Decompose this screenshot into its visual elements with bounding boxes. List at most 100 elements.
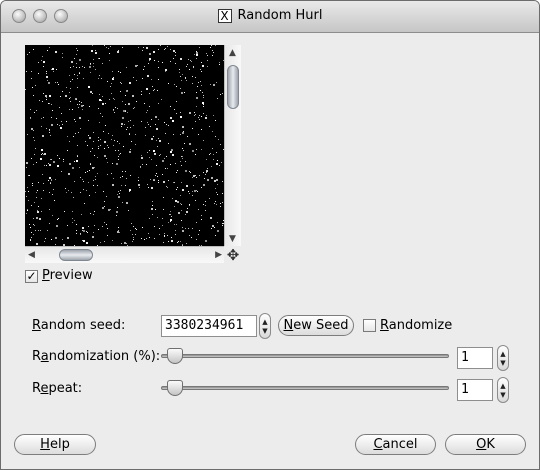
scroll-right-arrow-icon[interactable]: ▶	[215, 250, 222, 260]
noise-pixel	[136, 101, 137, 102]
noise-pixel	[90, 91, 92, 93]
noise-pixel	[41, 149, 43, 151]
scroll-up-arrow-icon[interactable]: ▲	[229, 48, 236, 58]
noise-pixel	[126, 243, 127, 244]
noise-pixel	[201, 215, 202, 216]
preview-horizontal-scrollbar[interactable]: ◀ ▶	[25, 246, 224, 263]
noise-pixel	[35, 230, 36, 231]
noise-pixel	[147, 184, 148, 185]
noise-pixel	[51, 159, 52, 160]
noise-pixel	[114, 112, 115, 113]
noise-pixel	[189, 235, 190, 236]
repeat-spinner[interactable]: ▲ ▼	[497, 377, 509, 403]
noise-pixel	[219, 64, 220, 65]
horizontal-scroll-thumb[interactable]	[59, 249, 93, 261]
noise-pixel	[46, 97, 47, 98]
noise-pixel	[46, 71, 47, 72]
navigate-move-icon[interactable]: ✥	[225, 247, 241, 263]
noise-pixel	[102, 63, 103, 64]
noise-pixel	[217, 98, 218, 99]
noise-pixel	[182, 148, 183, 149]
noise-pixel	[211, 177, 213, 179]
scroll-left-arrow-icon[interactable]: ◀	[28, 250, 35, 260]
noise-pixel	[72, 211, 73, 212]
vertical-scroll-thumb[interactable]	[227, 65, 239, 109]
noise-pixel	[92, 236, 94, 238]
noise-pixel	[192, 191, 193, 192]
repeat-slider-track[interactable]	[161, 386, 449, 390]
noise-pixel	[218, 139, 219, 140]
noise-pixel	[165, 71, 166, 72]
noise-pixel	[86, 231, 87, 232]
spin-down-arrow-icon[interactable]: ▼	[261, 327, 269, 335]
noise-pixel	[122, 47, 123, 48]
noise-pixel	[87, 232, 88, 233]
noise-pixel	[44, 153, 46, 155]
noise-pixel	[76, 230, 77, 231]
noise-pixel	[29, 175, 30, 176]
noise-pixel	[83, 230, 85, 232]
repeat-slider-knob[interactable]	[167, 380, 183, 396]
cancel-button[interactable]: Cancel	[355, 434, 436, 455]
noise-pixel	[126, 178, 127, 179]
noise-pixel	[120, 177, 121, 178]
noise-pixel	[76, 63, 77, 64]
randomization-slider-track[interactable]	[161, 354, 449, 358]
repeat-input[interactable]: 1	[457, 379, 493, 401]
noise-pixel	[189, 171, 190, 172]
noise-pixel	[152, 214, 153, 215]
noise-pixel	[171, 237, 172, 238]
noise-pixel	[185, 170, 187, 172]
randomization-input[interactable]: 1	[457, 347, 493, 369]
noise-pixel	[175, 55, 176, 56]
noise-pixel	[62, 57, 63, 58]
noise-pixel	[67, 237, 69, 239]
spin-up-arrow-icon[interactable]: ▲	[261, 318, 269, 326]
noise-pixel	[107, 145, 108, 146]
noise-pixel	[27, 54, 28, 55]
noise-pixel	[48, 163, 49, 164]
noise-pixel	[144, 66, 145, 67]
noise-pixel	[90, 63, 91, 64]
noise-pixel	[158, 119, 159, 120]
noise-pixel	[194, 190, 196, 192]
noise-pixel	[112, 184, 114, 186]
noise-pixel	[131, 223, 132, 224]
randomization-spinner[interactable]: ▲ ▼	[497, 345, 509, 371]
spin-up-arrow-icon[interactable]: ▲	[499, 382, 507, 390]
spin-down-arrow-icon[interactable]: ▼	[499, 359, 507, 367]
noise-pixel	[170, 211, 171, 212]
randomize-checkbox[interactable]	[363, 319, 376, 332]
noise-pixel	[192, 76, 193, 77]
preview-label[interactable]: Preview	[42, 268, 93, 283]
randomization-slider-knob[interactable]	[167, 348, 183, 364]
noise-pixel	[88, 86, 90, 88]
noise-pixel	[49, 192, 50, 193]
noise-pixel	[58, 84, 59, 85]
random-seed-spinner[interactable]: ▲ ▼	[259, 313, 271, 339]
noise-pixel	[172, 154, 174, 156]
noise-pixel	[63, 161, 64, 162]
scroll-down-arrow-icon[interactable]: ▼	[229, 234, 236, 244]
noise-pixel	[196, 106, 197, 107]
new-seed-button[interactable]: New Seed	[278, 315, 354, 336]
noise-pixel	[209, 198, 210, 199]
preview-checkbox[interactable]: ✓	[25, 270, 38, 283]
noise-pixel	[79, 104, 80, 105]
noise-pixel	[207, 55, 208, 56]
help-button[interactable]: Help	[14, 434, 96, 455]
ok-button[interactable]: OK	[445, 434, 526, 455]
noise-pixel	[31, 71, 32, 72]
spin-up-arrow-icon[interactable]: ▲	[499, 350, 507, 358]
noise-pixel	[110, 209, 111, 210]
preview-vertical-scrollbar[interactable]: ▲ ▼	[224, 45, 241, 246]
noise-pixel	[93, 59, 94, 60]
noise-pixel	[195, 175, 196, 176]
preview-canvas[interactable]	[25, 45, 224, 246]
noise-pixel	[124, 124, 125, 125]
random-seed-input[interactable]: 3380234961	[161, 315, 257, 337]
noise-pixel	[46, 165, 47, 166]
randomize-label[interactable]: Randomize	[380, 318, 452, 333]
spin-down-arrow-icon[interactable]: ▼	[499, 391, 507, 399]
noise-pixel	[125, 171, 126, 172]
